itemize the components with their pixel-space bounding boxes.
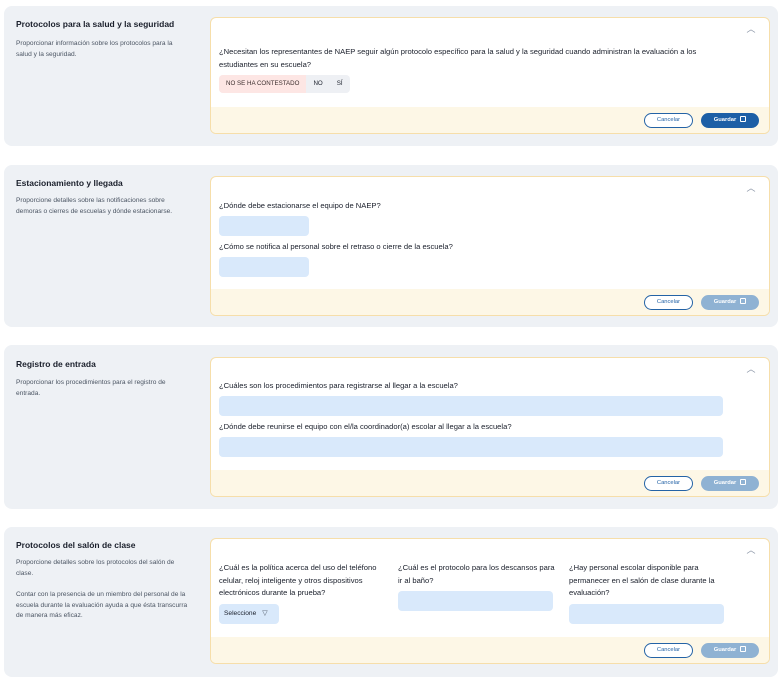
section-parking-arrival: Estacionamiento y llegada Proporcione de… [4,165,778,327]
save-button[interactable]: Guardar [701,113,759,128]
section-title: Protocolos para la salud y la seguridad [16,19,175,29]
section-title: Registro de entrada [16,359,96,369]
save-icon [740,116,747,122]
question-label: ¿Dónde debe reunirse el equipo con el/la… [219,422,512,431]
phone-policy-select[interactable]: Seleccione ▽ [219,604,279,624]
section-check-in: Registro de entrada Proporcionar los pro… [4,345,778,509]
question-label: ¿Hay personal escolar disponible para pe… [569,563,715,597]
question-panel: ︿ ¿Necesitan los representantes de NAEP … [210,17,770,134]
panel-footer: Cancelar Guardar [211,289,769,315]
parking-input[interactable] [219,216,309,236]
panel-footer: Cancelar Guardar [211,107,769,133]
section-title: Estacionamiento y llegada [16,178,123,188]
save-icon [740,298,747,304]
cancel-button[interactable]: Cancelar [644,476,693,491]
chevron-up-icon[interactable]: ︿ [745,24,757,34]
section-note: Contar con la presencia de un miembro de… [16,591,188,619]
save-button[interactable]: Guardar [701,643,759,658]
section-health-safety: Protocolos para la salud y la seguridad … [4,6,778,146]
question-label: ¿Cómo se notifica al personal sobre el r… [219,242,453,251]
chevron-up-icon[interactable]: ︿ [745,545,757,555]
section-description: Proporcionar información sobre los proto… [16,40,173,58]
chevron-up-icon[interactable]: ︿ [745,183,757,193]
cancel-button[interactable]: Cancelar [644,643,693,658]
option-not-answered[interactable]: NO SE HA CONTESTADO [219,75,307,93]
save-label: Guardar [713,480,737,486]
chevron-down-icon: ▽ [262,610,268,617]
question-label: ¿Necesitan los representantes de NAEP se… [219,47,697,69]
option-no[interactable]: NO [306,75,329,93]
save-button[interactable]: Guardar [701,295,759,310]
cancel-button[interactable]: Cancelar [644,113,693,128]
question-label: ¿Cuál es la política acerca del uso del … [219,563,377,597]
panel-footer: Cancelar Guardar [211,470,769,496]
meeting-location-input[interactable] [219,437,723,457]
question-label: ¿Cuáles son los procedimientos para regi… [219,381,458,390]
question-panel: ︿ ¿Cuáles son los procedimientos para re… [210,357,770,497]
section-classroom-protocols: Protocolos del salón de clase Proporcion… [4,527,778,677]
bathroom-break-input[interactable] [398,591,553,611]
section-description: Proporcionar los procedimientos para el … [16,379,166,397]
save-button[interactable]: Guardar [701,476,759,491]
section-description: Proporcione detalles sobre los protocolo… [16,559,175,577]
chevron-up-icon[interactable]: ︿ [745,364,757,374]
save-icon [740,646,747,652]
question-label: ¿Dónde debe estacionarse el equipo de NA… [219,201,381,210]
option-yes[interactable]: SÍ [330,75,350,93]
save-label: Guardar [713,117,737,123]
save-label: Guardar [713,647,737,653]
question-panel: ︿ ¿Dónde debe estacionarse el equipo de … [210,176,770,316]
select-value: Seleccione [224,610,257,617]
answer-segmented-control: NO SE HA CONTESTADO NO SÍ [219,75,350,93]
question-panel: ︿ ¿Cuál es la política acerca del uso de… [210,538,770,664]
check-in-procedures-input[interactable] [219,396,723,416]
question-label: ¿Cuál es el protocolo para los descansos… [398,563,555,585]
panel-footer: Cancelar Guardar [211,637,769,663]
save-icon [740,479,747,485]
save-label: Guardar [713,299,737,305]
cancel-button[interactable]: Cancelar [644,295,693,310]
staff-available-input[interactable] [569,604,724,624]
section-description: Proporcione detalles sobre las notificac… [16,197,173,215]
section-title: Protocolos del salón de clase [16,540,136,550]
notification-input[interactable] [219,257,309,277]
